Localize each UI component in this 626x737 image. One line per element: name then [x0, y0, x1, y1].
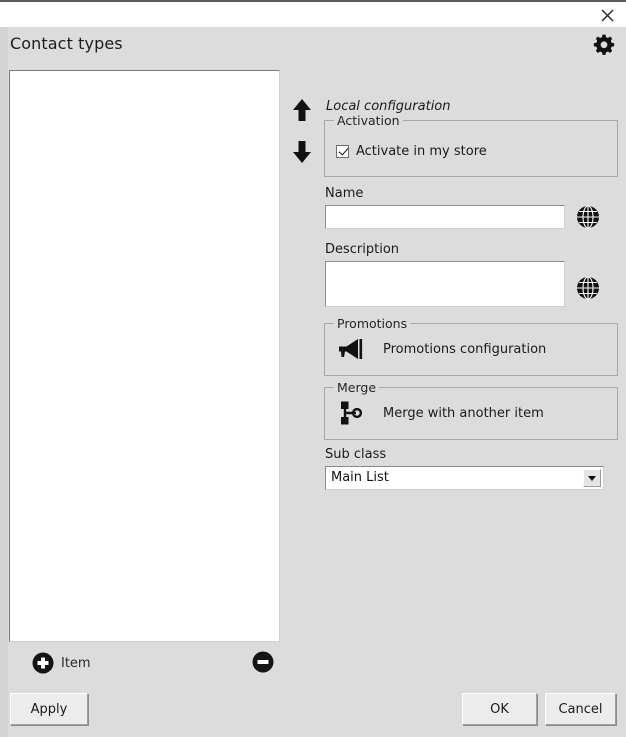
activation-group-title: Activation [334, 113, 403, 128]
sub-class-label: Sub class [325, 447, 387, 462]
apply-button[interactable]: Apply [10, 693, 88, 725]
add-item-button[interactable]: Item [32, 652, 91, 674]
promotions-configuration-button[interactable]: Promotions configuration [335, 335, 546, 363]
move-down-button[interactable] [291, 139, 313, 165]
gear-glyph [593, 34, 615, 55]
ok-button[interactable]: OK [462, 693, 537, 725]
description-translate-button[interactable] [575, 275, 601, 301]
activate-in-my-store-label: Activate in my store [356, 144, 487, 159]
description-label: Description [325, 242, 400, 257]
merge-with-another-item-button[interactable]: Merge with another item [335, 399, 544, 427]
gear-icon[interactable] [591, 33, 617, 59]
left-edge-strip [0, 27, 8, 737]
name-input[interactable] [325, 205, 565, 229]
promotions-group: Promotions Promotions configuration [324, 316, 618, 376]
cancel-button[interactable]: Cancel [545, 693, 616, 725]
local-configuration-label: Local configuration [326, 99, 451, 114]
sub-class-select[interactable]: Main List [325, 466, 604, 490]
description-input[interactable] [325, 261, 565, 307]
right-panel: Local configuration Activation Activate … [286, 63, 618, 683]
arrow-down-icon [293, 141, 311, 163]
minus-circle-icon [252, 651, 274, 673]
name-label: Name [325, 186, 364, 201]
move-up-button[interactable] [291, 97, 313, 123]
page-title: Contact types [10, 34, 123, 53]
merge-with-another-item-label: Merge with another item [383, 405, 544, 421]
window-titlebar [0, 0, 626, 27]
chevron-down-icon[interactable] [583, 469, 601, 487]
merge-group-title: Merge [334, 380, 380, 395]
add-item-label: Item [61, 655, 91, 671]
promotions-configuration-label: Promotions configuration [383, 341, 547, 357]
plus-circle-icon [32, 652, 54, 674]
arrow-up-icon [293, 99, 311, 121]
activate-in-my-store-checkbox[interactable]: Activate in my store [336, 144, 487, 159]
activation-group: Activation Activate in my store [324, 113, 618, 177]
globe-icon [577, 276, 599, 300]
globe-icon [577, 205, 599, 229]
remove-item-button[interactable] [252, 651, 274, 673]
promotions-group-title: Promotions [334, 316, 411, 331]
checkbox-indicator [336, 145, 349, 158]
item-list[interactable] [9, 70, 280, 642]
merge-group: Merge Merge with another item [324, 380, 618, 440]
dialog-body: Contact types Item Local configuration A… [0, 27, 626, 737]
megaphone-icon [339, 339, 363, 359]
close-glyph [601, 9, 613, 21]
close-icon[interactable] [594, 3, 620, 27]
merge-branch-icon [341, 401, 363, 425]
name-translate-button[interactable] [575, 204, 601, 230]
sub-class-selected-value: Main List [331, 470, 389, 485]
